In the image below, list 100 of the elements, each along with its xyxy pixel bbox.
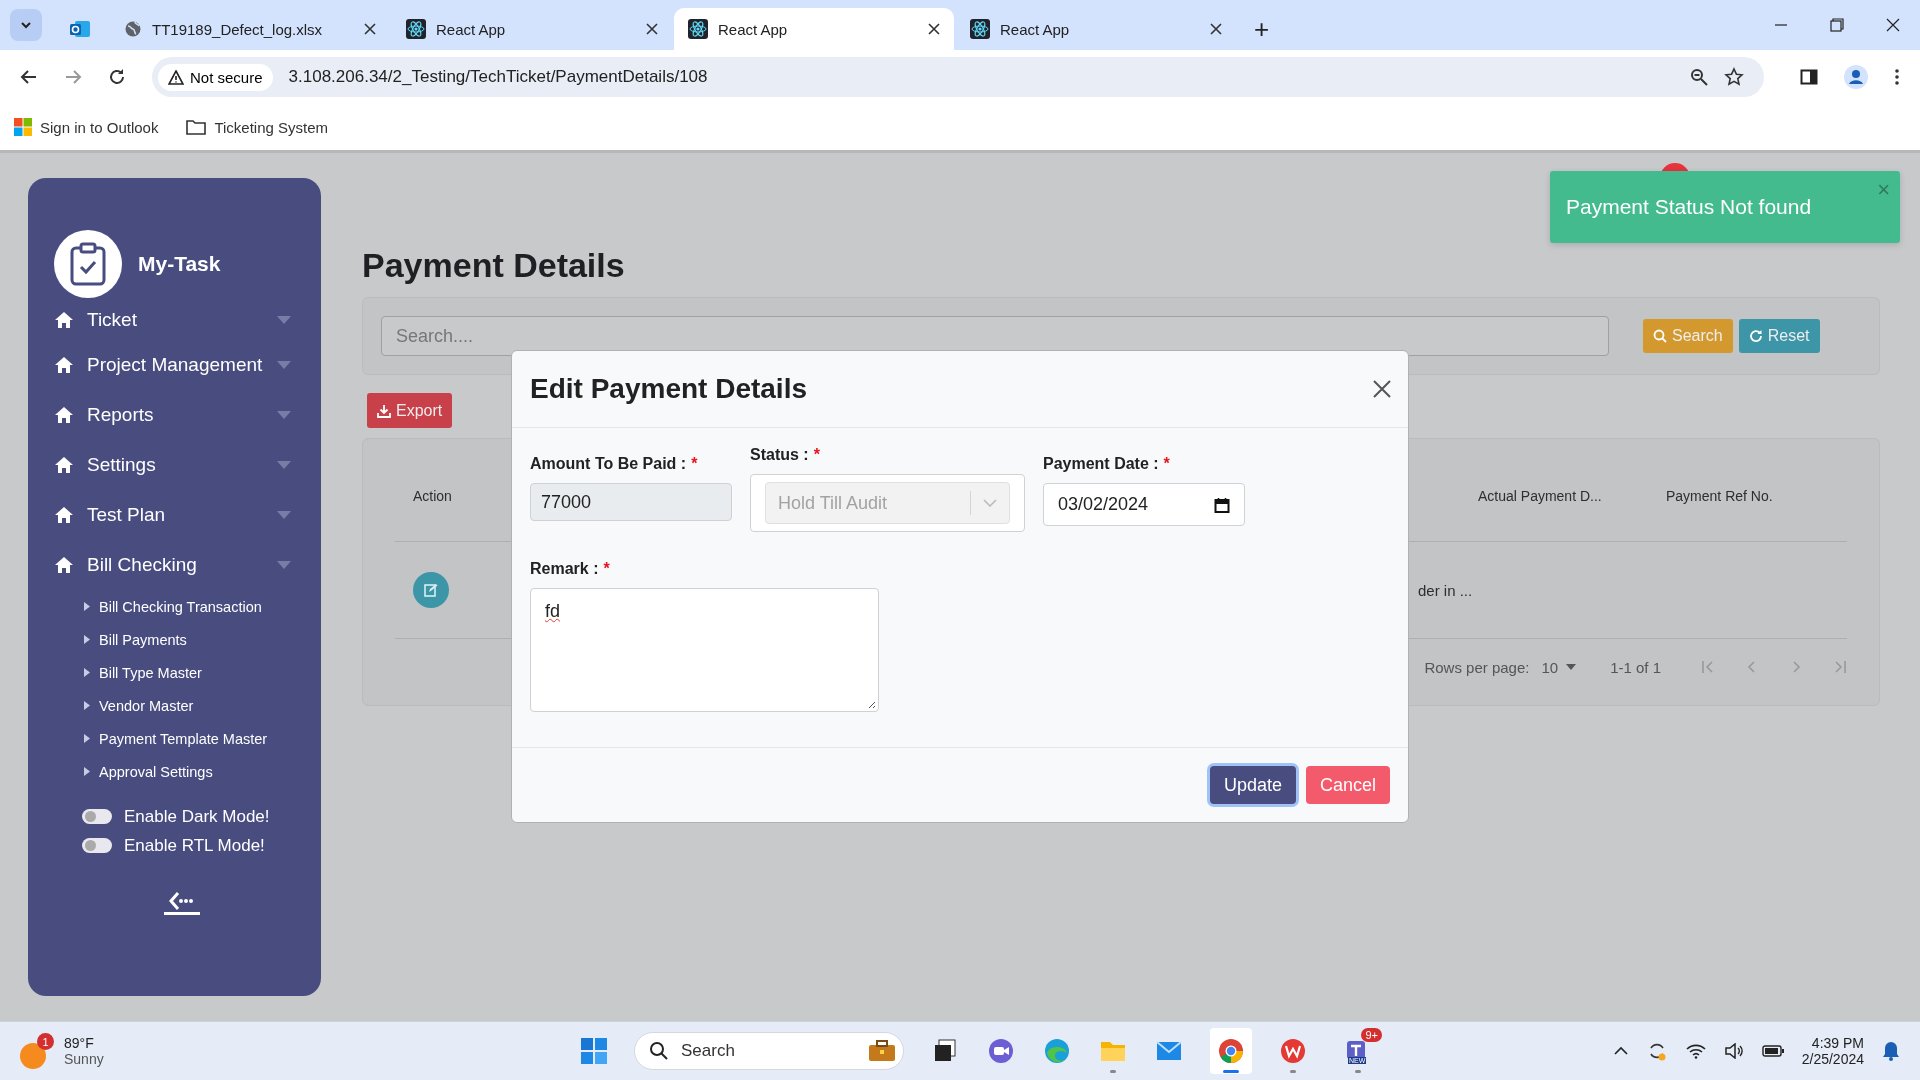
column-header: Payment Ref No. [1666, 488, 1773, 504]
zoom-icon[interactable] [1690, 68, 1708, 86]
clock[interactable]: 4:39 PM 2/25/2024 [1801, 1035, 1864, 1067]
collapse-arrow-icon[interactable] [164, 890, 200, 916]
caret-icon [84, 668, 90, 677]
tab-title: React App [718, 20, 789, 38]
close-icon[interactable] [1210, 23, 1222, 35]
caret-icon [1566, 664, 1577, 670]
resize-grip-icon[interactable] [866, 699, 876, 709]
start-icon[interactable] [580, 1037, 608, 1065]
nav-item[interactable]: Ticket [54, 300, 291, 340]
toggle-label: Enable Dark Mode! [124, 806, 270, 827]
caret-icon [84, 701, 90, 710]
caret-icon [84, 734, 90, 743]
wifi-icon[interactable] [1685, 1043, 1706, 1059]
nav-subitem[interactable]: Payment Template Master [84, 722, 291, 755]
security-chip[interactable]: Not secure [158, 63, 273, 91]
restore-icon[interactable] [1830, 18, 1844, 32]
field-label: Payment Date : [1043, 455, 1159, 473]
nav-item[interactable]: Test Plan [54, 490, 291, 540]
caret-icon [84, 767, 90, 776]
update-button[interactable]: Update [1209, 766, 1296, 804]
refresh-icon [1748, 329, 1763, 343]
required-mark: * [813, 446, 820, 464]
required-mark: * [1163, 455, 1170, 473]
close-icon[interactable] [646, 23, 658, 35]
temperature: 89°F [64, 1035, 95, 1051]
browser-tab[interactable]: React App [674, 8, 954, 50]
video-chat-icon [987, 1037, 1015, 1065]
new-tab-button[interactable]: + [1248, 16, 1276, 42]
reload-icon[interactable] [108, 68, 126, 86]
close-icon[interactable] [1373, 380, 1391, 398]
field-label: Remark : [530, 560, 599, 578]
close-icon[interactable] [364, 23, 376, 35]
chevron-up-icon[interactable] [1613, 1046, 1628, 1056]
nav-subitem[interactable]: Bill Type Master [84, 656, 291, 689]
tab-title: TT19189_Defect_log.xlsx [152, 20, 324, 38]
back-icon[interactable] [20, 68, 38, 86]
tab-title: React App [436, 20, 507, 38]
field-label: Amount To Be Paid : [530, 455, 687, 473]
caret-icon [84, 602, 90, 611]
nav-item[interactable]: Settings [54, 440, 291, 490]
nav-subitem[interactable]: Bill Checking Transaction [84, 590, 291, 623]
nav-item[interactable]: Reports [54, 390, 291, 440]
toast-message: Payment Status Not found [1566, 195, 1812, 219]
warning-icon [168, 69, 184, 85]
caret-icon [277, 316, 291, 324]
battery-icon[interactable] [1761, 1045, 1784, 1057]
dialog-title: Edit Payment Details [530, 373, 807, 405]
caret-icon [277, 461, 291, 469]
atom-icon [406, 19, 426, 39]
star-icon[interactable] [1724, 67, 1744, 87]
column-header: Actual Payment D... [1478, 488, 1603, 504]
toggle-switch[interactable] [82, 838, 112, 853]
caret-icon [277, 411, 291, 419]
toggle-switch[interactable] [82, 809, 112, 824]
bell-icon[interactable] [1882, 1041, 1900, 1061]
bookmark-link[interactable]: Sign in to Outlook [14, 118, 159, 136]
taskbar-search[interactable]: Search [634, 1032, 904, 1070]
calendar-icon[interactable] [1214, 496, 1230, 513]
weather-condition: Sunny [64, 1051, 104, 1067]
bookmark-link[interactable]: Ticketing System [186, 118, 329, 136]
nav-subitem[interactable]: Approval Settings [84, 755, 291, 788]
search-icon [1653, 329, 1667, 343]
folder-icon [186, 119, 207, 135]
tab-title: React App [1000, 20, 1071, 38]
speaker-icon[interactable] [1723, 1043, 1744, 1059]
nav-subitem[interactable]: Bill Payments [84, 623, 291, 656]
browser-tab[interactable]: React App [956, 8, 1236, 50]
close-icon[interactable] [928, 23, 940, 35]
nav-subitem[interactable]: Vendor Master [84, 689, 291, 722]
browser-tab[interactable]: React App [392, 8, 672, 50]
tab-list-button[interactable] [10, 9, 42, 41]
home-icon [54, 456, 74, 474]
home-icon [54, 356, 74, 374]
mail-app-icon [69, 20, 91, 38]
globe-icon [124, 20, 142, 38]
url-text: 3.108.206.34/2_Testing/TechTicket/PaymentDetails/108 [288, 67, 708, 87]
nav-item[interactable]: Project Management [54, 340, 291, 390]
address-bar[interactable]: Not secure 3.108.206.34/2_Testing/TechTicket/PaymentDetails/108 [152, 57, 1764, 97]
profile-icon[interactable] [1844, 65, 1868, 89]
nav-item[interactable]: Bill Checking [54, 540, 291, 590]
menu-icon[interactable] [1894, 68, 1900, 86]
close-icon[interactable] [1886, 18, 1900, 32]
browser-tab[interactable]: TT19189_Defect_log.xlsx [110, 8, 390, 50]
forward-icon[interactable] [64, 68, 82, 86]
caret-icon [84, 635, 90, 644]
home-icon [54, 556, 74, 574]
rows-per-page-select[interactable]: 10 [1541, 658, 1577, 676]
brand-name: My-Task [138, 252, 221, 276]
remark-field[interactable]: fd [530, 588, 879, 712]
date-field[interactable]: 03/02/2024 [1043, 483, 1245, 526]
briefcase-icon [867, 1039, 897, 1063]
export-button[interactable]: Export [367, 393, 453, 428]
document-app-icon [1279, 1037, 1307, 1065]
page-range: 1-1 of 1 [1610, 658, 1661, 676]
table-cell: der in ... [1418, 581, 1473, 599]
side-panel-icon[interactable] [1800, 68, 1818, 86]
atom-icon [970, 19, 990, 39]
required-mark: * [691, 455, 698, 473]
